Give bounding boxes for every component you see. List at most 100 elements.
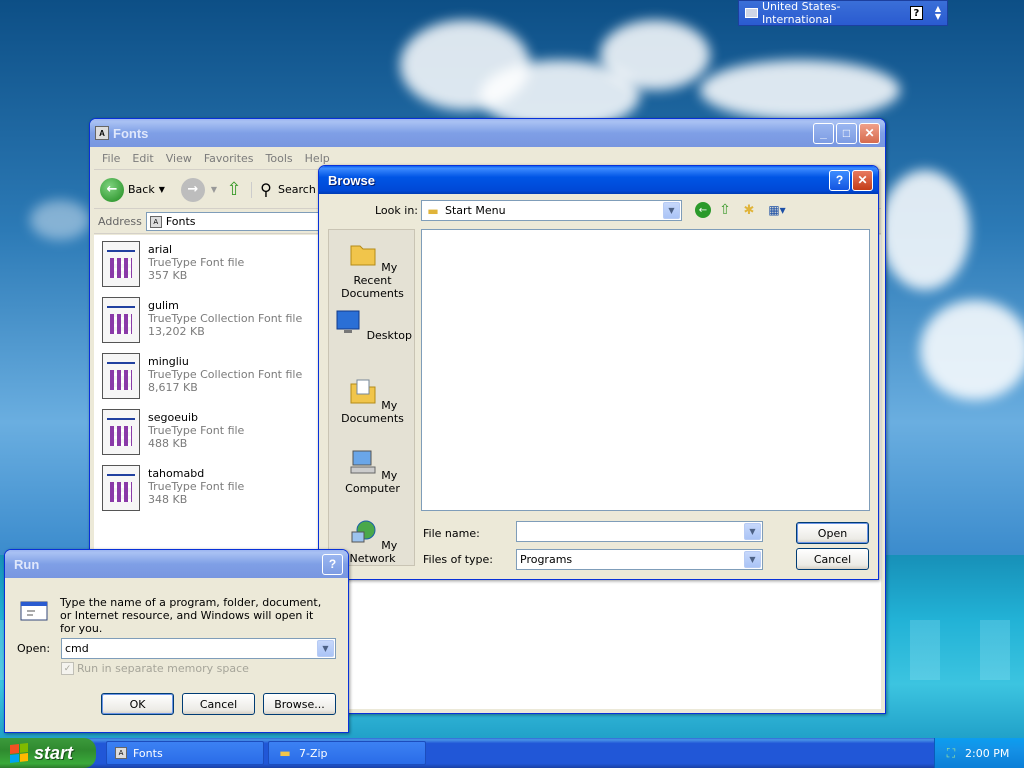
fonts-window-title: Fonts bbox=[113, 125, 149, 141]
cloud-decoration bbox=[30, 200, 90, 240]
ok-button[interactable]: OK bbox=[101, 693, 174, 715]
folder-icon: ▬ bbox=[279, 746, 291, 760]
browse-button[interactable]: Browse... bbox=[263, 693, 336, 715]
separate-memory-checkbox[interactable]: ✓ bbox=[61, 662, 74, 675]
run-dialog: Run ? Type the name of a program, folder… bbox=[4, 549, 349, 733]
places-bar: My Recent Documents Desktop My Documents… bbox=[328, 229, 415, 566]
chevron-down-icon[interactable]: ▼ bbox=[744, 551, 761, 568]
forward-button[interactable]: → bbox=[180, 177, 205, 202]
menu-file[interactable]: File bbox=[98, 152, 124, 165]
run-description: Type the name of a program, folder, docu… bbox=[60, 596, 322, 635]
address-value: Fonts bbox=[165, 215, 196, 228]
place-my-computer[interactable]: My Computer bbox=[329, 448, 416, 495]
menu-help[interactable]: Help bbox=[301, 152, 334, 165]
file-type: TrueType Font file bbox=[148, 480, 245, 493]
back-icon[interactable]: ← bbox=[695, 202, 711, 218]
desktop-icon bbox=[336, 310, 360, 333]
taskbar-item-fonts[interactable]: A Fonts bbox=[106, 741, 264, 765]
cancel-button[interactable]: Cancel bbox=[182, 693, 255, 715]
search-button[interactable]: ⚲ Search bbox=[251, 180, 316, 199]
taskbar-item-7zip[interactable]: ▬ 7-Zip bbox=[268, 741, 426, 765]
back-label: Back bbox=[128, 183, 155, 196]
file-type: TrueType Font file bbox=[148, 256, 245, 269]
file-name: tahomabd bbox=[148, 467, 205, 480]
close-button[interactable]: ✕ bbox=[852, 169, 873, 191]
clock[interactable]: 2:00 PM bbox=[965, 747, 1009, 760]
list-item[interactable]: arial TrueType Font file 357 KB bbox=[102, 241, 244, 295]
place-desktop[interactable]: Desktop bbox=[329, 308, 416, 342]
chevron-down-icon[interactable]: ▼ bbox=[744, 523, 761, 540]
file-type: TrueType Collection Font file bbox=[148, 312, 303, 325]
minimize-button[interactable]: _ bbox=[813, 122, 834, 144]
fonts-titlebar[interactable]: A Fonts _ □ ✕ bbox=[90, 119, 885, 147]
file-size: 488 KB bbox=[148, 437, 188, 450]
browse-titlebar[interactable]: Browse ? ✕ bbox=[319, 166, 878, 194]
browse-file-list[interactable] bbox=[421, 229, 870, 511]
files-of-type-dropdown[interactable]: Programs ▼ bbox=[516, 549, 763, 570]
cloud-decoration bbox=[700, 60, 900, 120]
help-icon[interactable]: ? bbox=[909, 6, 923, 20]
list-item[interactable]: segoeuib TrueType Font file 488 KB bbox=[102, 409, 244, 463]
address-input[interactable]: A Fonts bbox=[145, 212, 346, 231]
help-button[interactable]: ? bbox=[322, 553, 343, 575]
browse-dialog: Browse ? ✕ Look in: ▬ Start Menu ▼ ← ⇧ ✱… bbox=[318, 165, 879, 580]
font-file-icon bbox=[102, 353, 140, 399]
keyboard-icon bbox=[745, 8, 758, 18]
look-in-value: Start Menu bbox=[445, 204, 506, 217]
open-input[interactable]: cmd ▼ bbox=[61, 638, 336, 659]
up-folder-icon[interactable]: ⇧ bbox=[223, 179, 245, 201]
search-icon: ⚲ bbox=[260, 180, 272, 199]
file-name: arial bbox=[148, 243, 173, 256]
start-button[interactable]: start bbox=[0, 738, 96, 768]
my-documents-icon bbox=[350, 379, 376, 404]
fonts-folder-icon: A bbox=[115, 747, 127, 759]
menu-tools[interactable]: Tools bbox=[262, 152, 297, 165]
chevron-down-icon[interactable]: ▼ bbox=[663, 202, 680, 219]
file-type: TrueType Collection Font file bbox=[148, 368, 303, 381]
open-button[interactable]: Open bbox=[796, 522, 869, 544]
help-button[interactable]: ? bbox=[829, 169, 850, 191]
start-label: start bbox=[34, 742, 74, 763]
file-name-input[interactable]: ▼ bbox=[516, 521, 763, 542]
file-size: 357 KB bbox=[148, 269, 188, 282]
list-item[interactable]: tahomabd TrueType Font file 348 KB bbox=[102, 465, 244, 519]
up-folder-icon[interactable]: ⇧ bbox=[717, 202, 733, 218]
look-in-label: Look in: bbox=[375, 204, 418, 217]
fonts-folder-icon: A bbox=[149, 215, 162, 228]
network-icon[interactable]: ⛶ bbox=[943, 745, 959, 761]
chevron-down-icon: ▼ bbox=[158, 185, 165, 194]
close-button[interactable]: ✕ bbox=[859, 122, 880, 144]
maximize-button[interactable]: □ bbox=[836, 122, 857, 144]
font-file-icon bbox=[102, 297, 140, 343]
menu-favorites[interactable]: Favorites bbox=[200, 152, 258, 165]
file-size: 348 KB bbox=[148, 493, 188, 506]
separate-memory-label: Run in separate memory space bbox=[77, 662, 249, 675]
cancel-button[interactable]: Cancel bbox=[796, 548, 869, 570]
options-arrows-icon[interactable]: ▲ ▼ bbox=[935, 5, 941, 21]
language-label[interactable]: United States-International bbox=[762, 0, 898, 26]
files-of-type-label: Files of type: bbox=[423, 553, 494, 566]
font-file-icon bbox=[102, 409, 140, 455]
menu-edit[interactable]: Edit bbox=[128, 152, 157, 165]
system-tray: ⛶ 2:00 PM bbox=[934, 738, 1024, 768]
address-label: Address bbox=[98, 215, 142, 228]
place-my-recent-documents[interactable]: My Recent Documents bbox=[329, 240, 416, 300]
look-in-dropdown[interactable]: ▬ Start Menu ▼ bbox=[421, 200, 682, 221]
back-button[interactable]: ← Back ▼ bbox=[100, 177, 165, 202]
file-name: mingliu bbox=[148, 355, 189, 368]
windows-logo-icon bbox=[10, 743, 28, 763]
chevron-down-icon[interactable]: ▼ bbox=[317, 640, 334, 657]
recent-documents-icon bbox=[350, 245, 376, 266]
my-network-icon bbox=[351, 520, 376, 543]
new-folder-icon[interactable]: ✱ bbox=[741, 202, 757, 218]
list-item[interactable]: gulim TrueType Collection Font file 13,2… bbox=[102, 297, 302, 351]
back-arrow-icon: ← bbox=[100, 177, 124, 202]
fonts-folder-icon: A bbox=[95, 126, 109, 140]
language-bar[interactable]: United States-International ? ▲ ▼ bbox=[738, 0, 948, 26]
run-titlebar[interactable]: Run ? bbox=[5, 550, 348, 578]
view-menu-icon[interactable]: ▦▾ bbox=[765, 202, 789, 218]
chevron-down-icon: ▼ bbox=[210, 185, 218, 194]
menu-view[interactable]: View bbox=[162, 152, 196, 165]
place-my-documents[interactable]: My Documents bbox=[329, 378, 416, 425]
list-item[interactable]: mingliu TrueType Collection Font file 8,… bbox=[102, 353, 302, 407]
